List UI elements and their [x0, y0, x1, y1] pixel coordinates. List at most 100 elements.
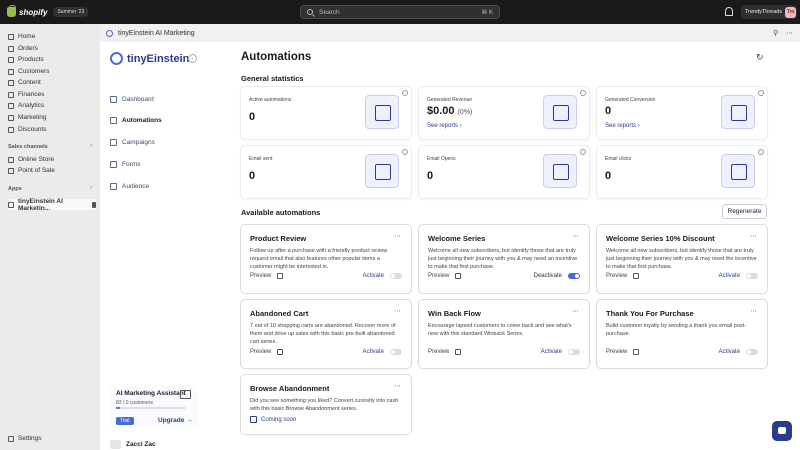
nav-item-products[interactable]: Products	[8, 54, 96, 65]
info-icon[interactable]	[758, 90, 764, 96]
preview-link[interactable]: Preview	[250, 273, 271, 279]
external-link-icon[interactable]	[633, 349, 640, 355]
activation-toggle[interactable]	[390, 349, 402, 355]
pin-icon[interactable]: ⚲	[773, 29, 778, 37]
more-icon[interactable]: ⋯	[786, 29, 793, 37]
preview-link[interactable]: Preview	[428, 349, 449, 355]
chat-icon[interactable]	[772, 421, 792, 441]
activation-toggle[interactable]	[746, 349, 758, 355]
more-icon[interactable]: ⋯	[572, 232, 579, 240]
card-description: 7 out of 10 shopping carts are abandoned…	[250, 323, 396, 345]
assistant-progress-fill	[116, 407, 120, 409]
stat-label: Email Opens	[427, 156, 456, 162]
stat-label: Email clicks	[605, 156, 632, 162]
activate-link[interactable]: Activate	[719, 349, 740, 355]
regenerate-button[interactable]: Regenerate	[722, 204, 767, 219]
chevron-right-icon[interactable]: ›	[90, 185, 92, 191]
preview-link[interactable]: Preview	[606, 273, 627, 279]
nav-item-finances[interactable]: Finances	[8, 89, 96, 100]
calendar-check-icon	[250, 416, 257, 423]
store-icon	[8, 156, 14, 163]
info-icon[interactable]	[758, 149, 764, 155]
logo-text: shopify	[19, 7, 48, 17]
nav-label: Customers	[18, 68, 50, 75]
preview-link[interactable]: Preview	[428, 273, 449, 279]
menu-campaigns[interactable]: Campaigns	[110, 139, 155, 146]
menu-label: Dashboard	[122, 96, 154, 103]
bell-icon[interactable]	[725, 7, 733, 16]
nav-item-tinyeinstein[interactable]: tinyEinstein AI Marketin...	[8, 198, 96, 212]
collapse-sidebar-icon[interactable]: ‹	[188, 54, 197, 63]
nav-item-orders[interactable]: Orders	[8, 43, 96, 54]
more-icon[interactable]: ⋯	[572, 307, 579, 315]
external-link-icon[interactable]	[277, 273, 284, 279]
refresh-icon[interactable]: ↻	[756, 52, 764, 63]
nav-item-customers[interactable]: Customers	[8, 66, 96, 77]
menu-automations[interactable]: Automations	[110, 117, 162, 124]
menu-dashboard[interactable]: Dashboard	[110, 96, 154, 103]
nav-item-pos[interactable]: Point of Sale	[8, 165, 96, 176]
activation-toggle[interactable]	[568, 349, 580, 355]
see-reports-link[interactable]: See reports ›	[605, 123, 640, 129]
external-link-icon[interactable]	[277, 349, 284, 355]
store-menu-button[interactable]: TrendyThreads Tm	[741, 5, 797, 19]
nav-item-content[interactable]: Content	[8, 77, 96, 88]
nav-item-analytics[interactable]: Analytics	[8, 100, 96, 111]
info-icon[interactable]	[402, 90, 408, 96]
chart-icon	[8, 102, 14, 109]
card-title: Win Back Flow	[428, 309, 481, 318]
info-icon[interactable]	[580, 149, 586, 155]
app-title: tinyEinstein AI Marketing	[118, 29, 195, 37]
search-input[interactable]: Search ⌘ K	[300, 5, 500, 19]
info-icon[interactable]	[402, 149, 408, 155]
info-icon[interactable]	[580, 90, 586, 96]
activate-link[interactable]: Activate	[719, 273, 740, 279]
activation-toggle[interactable]	[568, 273, 580, 279]
menu-audience[interactable]: Audience	[110, 183, 149, 190]
more-icon[interactable]: ⋯	[394, 307, 401, 315]
user-row[interactable]: Zacci Zac	[110, 440, 156, 449]
activate-link[interactable]: Activate	[363, 273, 384, 279]
brand-text: tinyEinstein	[127, 52, 190, 65]
see-reports-link[interactable]: See reports ›	[427, 123, 462, 129]
nav-label: Analytics	[18, 102, 45, 109]
more-icon[interactable]: ⋯	[394, 382, 401, 390]
top-bar: shopify Summer '23 Search ⌘ K TrendyThre…	[0, 0, 800, 24]
shopify-logo[interactable]: shopify	[7, 5, 48, 17]
audience-icon	[110, 183, 117, 190]
menu-forms[interactable]: Forms	[110, 161, 140, 168]
stat-email-sent: Email sent 0	[241, 146, 411, 198]
menu-label: Forms	[122, 161, 141, 168]
nav-label: Discounts	[18, 126, 47, 133]
card-footer: Preview Deactivate	[428, 273, 580, 279]
card-title: Welcome Series	[428, 234, 486, 243]
more-icon[interactable]: ⋯	[750, 232, 757, 240]
nav-item-settings[interactable]: Settings	[8, 433, 96, 444]
pin-icon[interactable]	[92, 201, 96, 208]
shopify-bag-icon	[7, 5, 16, 17]
activate-link[interactable]: Activate	[541, 349, 562, 355]
activate-link[interactable]: Activate	[363, 349, 384, 355]
more-icon[interactable]: ⋯	[394, 232, 401, 240]
email-illustration-icon	[721, 95, 755, 129]
automation-card-win-back: Win Back Flow ⋯ Encourage lapsed custome…	[419, 300, 589, 368]
nav-item-home[interactable]: Home	[8, 31, 96, 42]
more-icon[interactable]: ⋯	[750, 307, 757, 315]
external-link-icon[interactable]	[455, 273, 462, 279]
nav-item-online-store[interactable]: Online Store	[8, 154, 96, 165]
nav-item-discounts[interactable]: Discounts	[8, 124, 96, 135]
activation-toggle[interactable]	[746, 273, 758, 279]
stat-active-automations: Active automations 0	[241, 87, 411, 139]
nav-item-marketing[interactable]: Marketing	[8, 112, 96, 123]
chevron-right-icon[interactable]: ›	[90, 143, 92, 149]
external-link-icon[interactable]	[633, 273, 640, 279]
target-icon	[8, 114, 14, 121]
preview-link[interactable]: Preview	[250, 349, 271, 355]
preview-link[interactable]: Preview	[606, 349, 627, 355]
external-link-icon[interactable]	[455, 349, 462, 355]
upgrade-button[interactable]: Upgrade →	[158, 417, 193, 424]
activation-toggle[interactable]	[390, 273, 402, 279]
nav-label: Point of Sale	[18, 167, 55, 174]
deactivate-link[interactable]: Deactivate	[534, 273, 562, 279]
automation-card-thank-you: Thank You For Purchase ⋯ Build customer …	[597, 300, 767, 368]
